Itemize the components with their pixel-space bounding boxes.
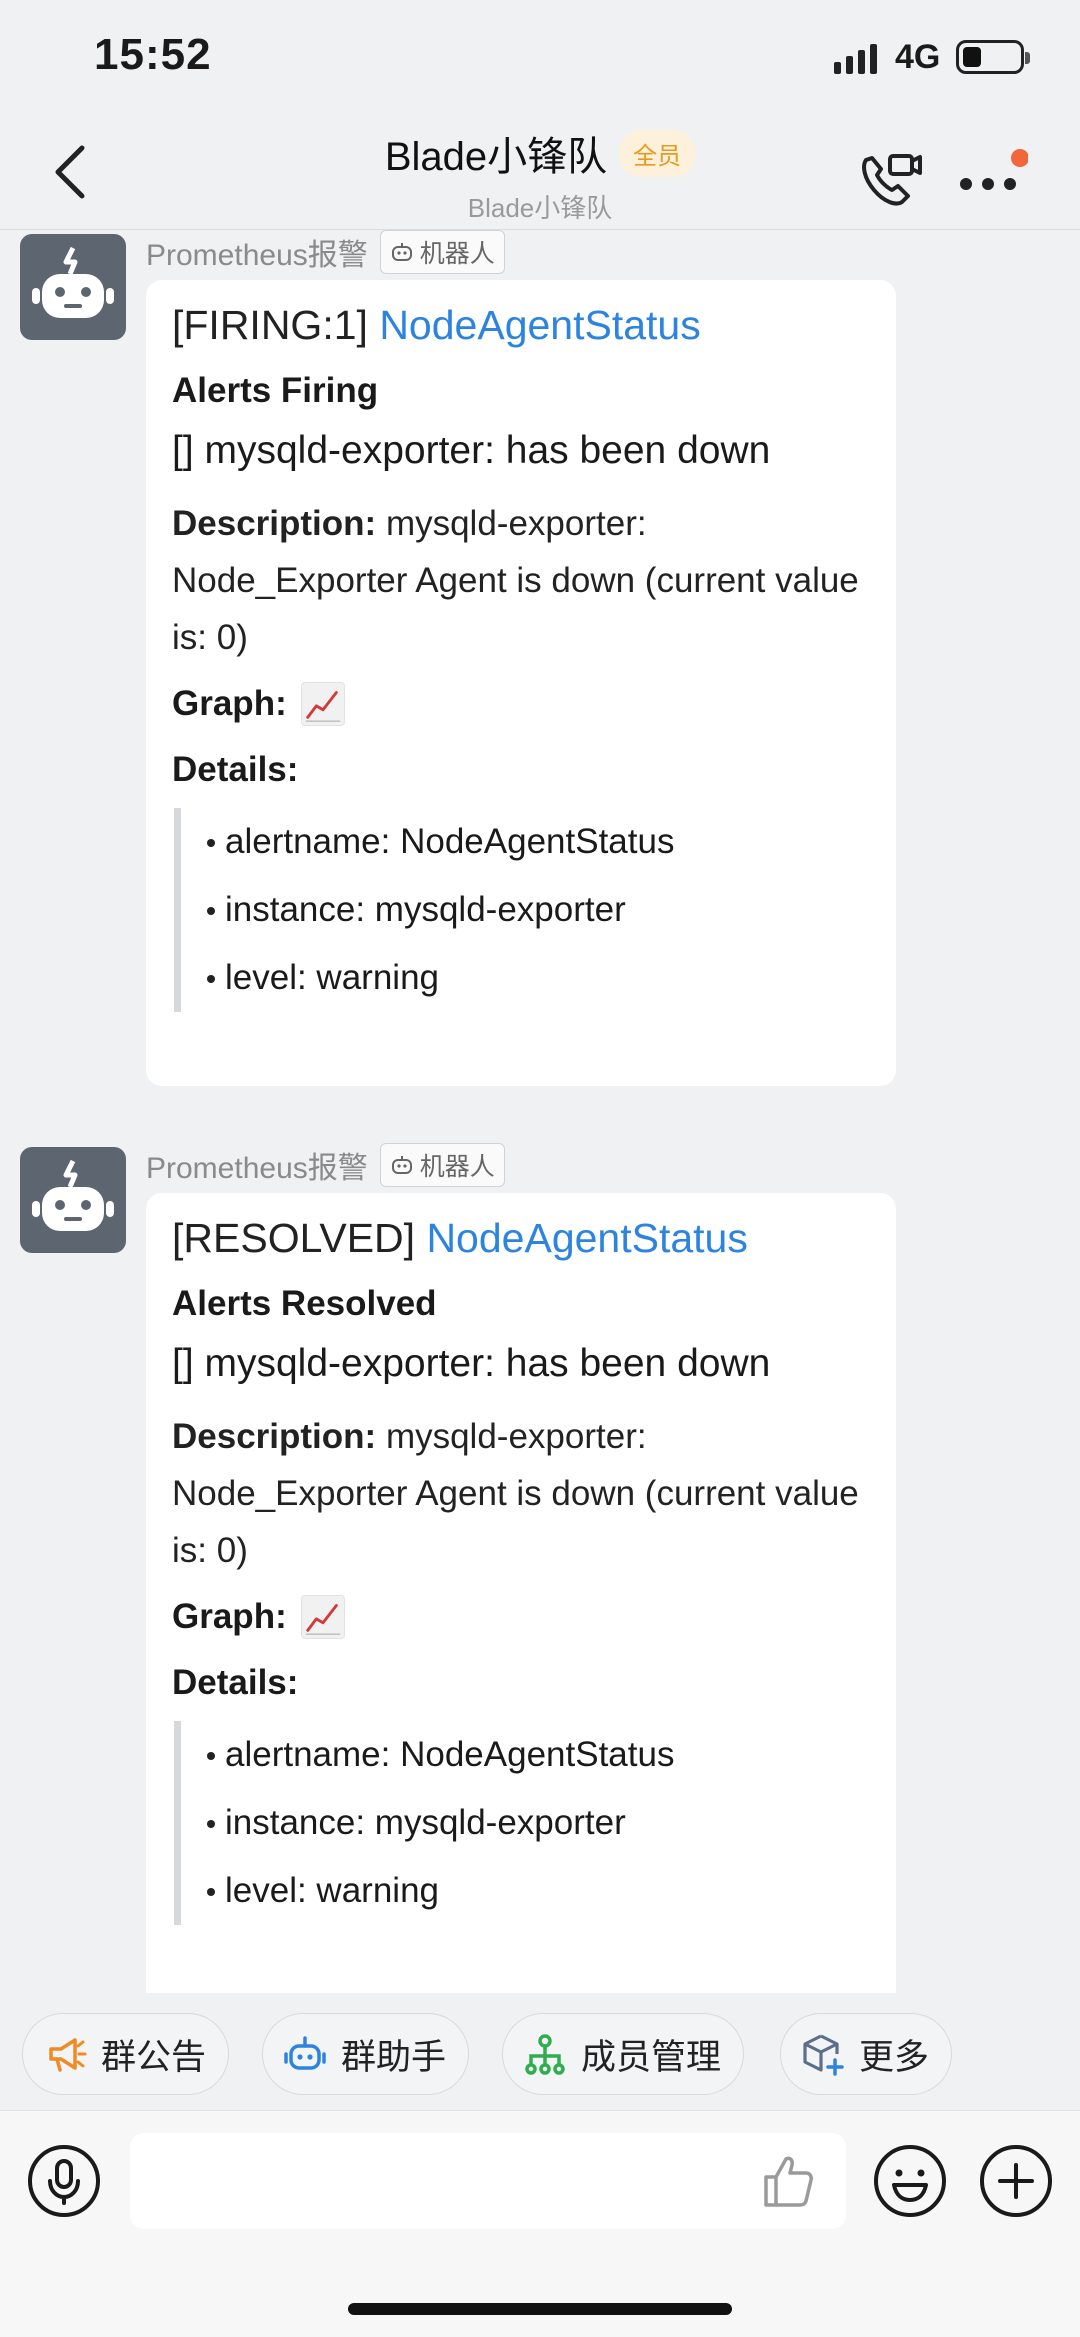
emoji-icon[interactable] (872, 2143, 948, 2219)
alert-description: Description: mysqld-exporter: Node_Expor… (172, 495, 870, 666)
detail-item: alertname: NodeAgentStatus (207, 808, 870, 876)
alerts-section-heading: Alerts Firing (172, 371, 379, 410)
alert-status-prefix: [RESOLVED] (172, 1215, 416, 1261)
status-bar: 15:52 4G (0, 0, 1080, 120)
alert-name-link[interactable]: NodeAgentStatus (379, 302, 700, 348)
add-icon[interactable] (978, 2143, 1054, 2219)
notification-dot (1011, 149, 1028, 167)
message-sender-row: Prometheus报警 机器人 (146, 1143, 505, 1187)
alert-summary: [] mysqld-exporter: has been down (172, 429, 771, 472)
detail-item: instance: mysqld-exporter (207, 876, 870, 944)
message-input[interactable] (130, 2133, 846, 2229)
robot-icon (391, 243, 412, 261)
chip-label: 更多 (859, 2037, 930, 2077)
robot-icon (284, 2036, 326, 2070)
chip-label: 群公告 (101, 2037, 207, 2077)
alert-summary: [] mysqld-exporter: has been down (172, 1342, 771, 1385)
group-shortcut-bar: 群公告 群助手 成员管理 更多 (0, 2005, 1080, 2105)
chart-increasing-icon[interactable] (300, 1595, 345, 1639)
bot-avatar[interactable] (20, 234, 126, 340)
details-list: alertname: NodeAgentStatus instance: mys… (174, 1721, 870, 1925)
more-options-icon[interactable] (958, 146, 1028, 206)
robot-icon (391, 1156, 412, 1174)
detail-item: alertname: NodeAgentStatus (207, 1721, 870, 1789)
sender-name: Prometheus报警 (146, 239, 368, 272)
details-heading: Details: (172, 1663, 299, 1702)
sender-name: Prometheus报警 (146, 1152, 368, 1185)
thumbs-up-icon[interactable] (758, 2151, 818, 2211)
network-label: 4G (895, 38, 941, 76)
input-bar (0, 2110, 1080, 2337)
alert-description: Description: mysqld-exporter: Node_Expor… (172, 1408, 870, 1579)
cube-plus-icon (803, 2034, 844, 2076)
detail-item: instance: mysqld-exporter (207, 1789, 870, 1857)
group-assistant-chip[interactable]: 群助手 (262, 2013, 470, 2095)
details-list: alertname: NodeAgentStatus instance: mys… (174, 808, 870, 1012)
graph-row: Graph: (172, 1595, 870, 1639)
more-chip[interactable]: 更多 (780, 2013, 953, 2095)
announcement-chip[interactable]: 群公告 (22, 2013, 230, 2095)
org-chart-icon (525, 2034, 565, 2075)
bot-avatar[interactable] (20, 1147, 126, 1253)
alert-title: [FIRING:1] NodeAgentStatus (172, 302, 870, 349)
detail-item: level: warning (207, 1857, 870, 1925)
bot-tag-label: 机器人 (419, 1153, 495, 1181)
details-heading: Details: (172, 750, 299, 789)
signal-icon (834, 44, 877, 74)
message-sender-row: Prometheus报警 机器人 (146, 230, 505, 274)
alerts-section-heading: Alerts Resolved (172, 1284, 437, 1323)
all-members-badge: 全员 (619, 129, 696, 177)
graph-label: Graph: (172, 1597, 287, 1636)
robot-icon (32, 1159, 114, 1231)
chip-label: 成员管理 (581, 2037, 722, 2077)
chart-increasing-icon[interactable] (300, 682, 345, 726)
graph-row: Graph: (172, 682, 870, 726)
megaphone-icon (49, 2038, 87, 2072)
bot-tag: 机器人 (379, 1143, 505, 1187)
status-time: 15:52 (94, 30, 212, 79)
bot-tag-label: 机器人 (419, 240, 495, 268)
home-indicator[interactable] (348, 2303, 732, 2315)
detail-item: level: warning (207, 944, 870, 1012)
alert-name-link[interactable]: NodeAgentStatus (426, 1215, 747, 1261)
description-label: Description: (172, 504, 377, 543)
robot-icon (32, 246, 114, 318)
member-management-chip[interactable]: 成员管理 (502, 2013, 745, 2095)
microphone-icon[interactable] (26, 2143, 102, 2219)
chip-label: 群助手 (341, 2037, 447, 2077)
alert-status-prefix: [FIRING:1] (172, 302, 368, 348)
battery-icon (956, 40, 1030, 74)
alert-message-bubble[interactable]: [RESOLVED] NodeAgentStatus Alerts Resolv… (146, 1193, 896, 1993)
alert-message-bubble[interactable]: [FIRING:1] NodeAgentStatus Alerts Firing… (146, 280, 896, 1086)
graph-label: Graph: (172, 684, 287, 723)
description-label: Description: (172, 1417, 377, 1456)
alert-title: [RESOLVED] NodeAgentStatus (172, 1215, 870, 1262)
bot-tag: 机器人 (379, 230, 505, 274)
video-call-icon[interactable] (856, 146, 924, 210)
nav-bar: Blade小锋队 全员 Blade小锋队 (0, 120, 1080, 230)
chat-title: Blade小锋队 (384, 135, 608, 179)
